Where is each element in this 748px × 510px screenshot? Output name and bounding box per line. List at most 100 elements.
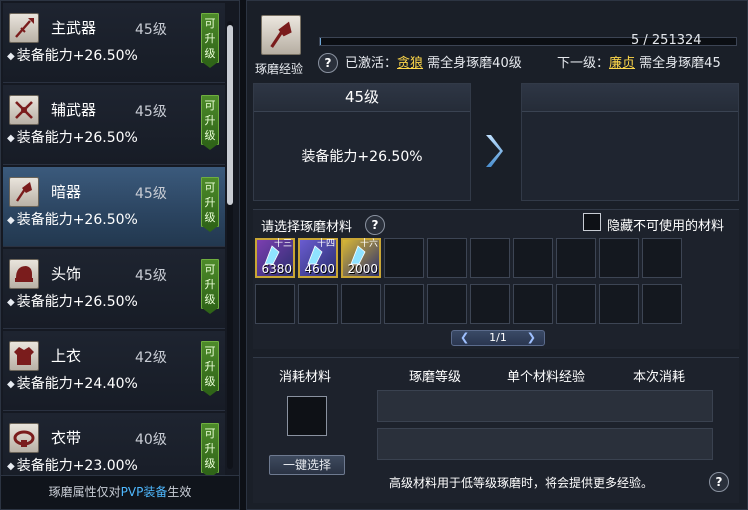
spear-icon <box>9 13 39 43</box>
hide-unusable-checkbox[interactable] <box>583 213 601 231</box>
prev-page-icon[interactable]: ❮ <box>460 331 469 345</box>
col-this-cost: 本次消耗 <box>633 370 686 385</box>
empty-material-slot[interactable] <box>513 284 553 324</box>
material-quantity: 2000 <box>347 262 378 276</box>
empty-material-slot[interactable] <box>556 284 596 324</box>
pvp-notice: 琢磨属性仅对PVP装备生效 <box>1 475 239 509</box>
col-unit-exp: 单个材料经验 <box>507 370 586 385</box>
equip-name: 头饰 <box>51 265 82 283</box>
equip-item-main-weapon[interactable]: 主武器 45级 装备能力+26.50% 可升级 <box>3 3 225 83</box>
polish-exp-fill <box>320 38 322 45</box>
next-stat <box>522 112 738 146</box>
equip-stat: 装备能力+24.40% <box>7 373 138 393</box>
equip-level: 45级 <box>135 22 167 38</box>
consume-row <box>377 390 713 422</box>
equip-item-headwear[interactable]: 头饰 45级 装备能力+26.50% 可升级 <box>3 249 225 329</box>
activated-set-name[interactable]: 贪狼 <box>397 56 423 71</box>
upgradeable-badge: 可升级 <box>201 259 219 314</box>
equipment-panel: 主武器 45级 装备能力+26.50% 可升级 辅武器 45级 装备能力+26.… <box>0 0 240 510</box>
polish-exp-label: 琢磨经验 <box>255 62 304 76</box>
hidden-weapon-icon <box>9 177 39 207</box>
empty-material-slot[interactable] <box>642 284 682 324</box>
consume-row <box>377 428 713 460</box>
equip-name: 暗器 <box>51 183 82 201</box>
equip-name: 主武器 <box>51 19 97 37</box>
hidden-weapon-icon <box>261 15 301 55</box>
activated-set: 已激活：贪狼 需全身琢磨40级 <box>345 52 522 71</box>
col-polish-level: 琢磨等级 <box>409 370 462 385</box>
equip-stat: 装备能力+26.50% <box>7 291 138 311</box>
help-icon[interactable]: ? <box>318 53 338 73</box>
empty-material-slot[interactable] <box>513 238 553 278</box>
empty-material-slot[interactable] <box>384 238 424 278</box>
equipment-list: 主武器 45级 装备能力+26.50% 可升级 辅武器 45级 装备能力+26.… <box>3 3 225 475</box>
consume-material-slot[interactable] <box>287 396 327 436</box>
material-slot[interactable]: 十三 6380 <box>255 238 295 278</box>
equip-stat: 装备能力+26.50% <box>7 45 138 65</box>
next-set-desc: 需全身琢磨45 <box>639 56 721 71</box>
polish-panel: 琢磨经验 5 / 251324 ? 已激活：贪狼 需全身琢磨40级 下一级：廉贞… <box>246 0 748 510</box>
material-title: 请选择琢磨材料 <box>261 220 353 235</box>
empty-material-slot[interactable] <box>599 284 639 324</box>
empty-material-slot[interactable] <box>470 284 510 324</box>
equip-stat: 装备能力+26.50% <box>7 209 138 229</box>
empty-material-slot[interactable] <box>556 238 596 278</box>
col-consume-material: 消耗材料 <box>279 370 332 385</box>
next-set-name[interactable]: 廉贞 <box>609 56 635 71</box>
upgradeable-badge: 可升级 <box>201 177 219 232</box>
belt-icon <box>9 423 39 453</box>
equip-level: 40级 <box>135 432 167 448</box>
pvp-notice-suffix: 生效 <box>167 485 192 499</box>
empty-material-slot[interactable] <box>341 284 381 324</box>
material-quantity: 6380 <box>261 262 292 276</box>
armor-icon <box>9 341 39 371</box>
one-click-select-button[interactable]: 一键选择 <box>269 455 345 475</box>
empty-material-slot[interactable] <box>427 238 467 278</box>
crossed-blades-icon <box>9 95 39 125</box>
material-slot[interactable]: 十四 4600 <box>298 238 338 278</box>
empty-material-slot[interactable] <box>470 238 510 278</box>
activated-prefix: 已激活： <box>345 56 398 71</box>
equip-stat: 装备能力+23.00% <box>7 455 138 475</box>
material-section: 请选择琢磨材料 ? 隐藏不可使用的材料 十三 6380 十四 4600 十六 2000 ❮… <box>253 209 739 349</box>
equip-name: 辅武器 <box>51 101 97 119</box>
pvp-notice-prefix: 琢磨属性仅对 <box>48 485 121 499</box>
helmet-icon <box>9 259 39 289</box>
material-tier: 十六 <box>359 239 378 249</box>
empty-material-slot[interactable] <box>384 284 424 324</box>
equip-level: 42级 <box>135 350 167 366</box>
chevron-right-icon <box>486 135 503 167</box>
next-level-box <box>521 83 739 201</box>
next-level <box>522 84 738 112</box>
empty-material-slot[interactable] <box>427 284 467 324</box>
page-indicator: 1/1 <box>489 331 507 344</box>
upgradeable-badge: 可升级 <box>201 423 219 475</box>
consume-section: 消耗材料 琢磨等级 单个材料经验 本次消耗 一键选择 高级材料用于低等级琢磨时，… <box>253 357 739 503</box>
equip-name: 上衣 <box>51 347 82 365</box>
material-slot[interactable]: 十六 2000 <box>341 238 381 278</box>
equip-stat: 装备能力+26.50% <box>7 127 138 147</box>
scroll-thumb[interactable] <box>227 25 233 205</box>
empty-material-slot[interactable] <box>255 284 295 324</box>
equip-level: 45级 <box>135 104 167 120</box>
material-tip: 高级材料用于低等级琢磨时，将会提供更多经验。 <box>389 476 654 490</box>
equip-item-belt[interactable]: 衣带 40级 装备能力+23.00% 可升级 <box>3 413 225 475</box>
empty-material-slot[interactable] <box>642 238 682 278</box>
material-tier: 十四 <box>316 239 335 249</box>
help-icon[interactable]: ? <box>365 215 385 235</box>
activated-set-desc: 需全身琢磨40级 <box>427 56 522 71</box>
material-tier: 十三 <box>273 239 292 249</box>
next-set: 下一级：廉贞 需全身琢磨45 <box>557 52 721 71</box>
material-quantity: 4600 <box>304 262 335 276</box>
help-icon[interactable]: ? <box>709 472 729 492</box>
hide-unusable-label[interactable]: 隐藏不可使用的材料 <box>607 215 724 234</box>
pvp-notice-highlight: PVP装备 <box>120 485 168 499</box>
equip-item-hidden-weapon[interactable]: 暗器 45级 装备能力+26.50% 可升级 <box>3 167 225 247</box>
next-page-icon[interactable]: ❯ <box>527 331 536 345</box>
equip-item-top[interactable]: 上衣 42级 装备能力+24.40% 可升级 <box>3 331 225 411</box>
empty-material-slot[interactable] <box>599 238 639 278</box>
empty-material-slot[interactable] <box>298 284 338 324</box>
pager: ❮ 1/1 ❯ <box>451 330 545 346</box>
equip-item-off-weapon[interactable]: 辅武器 45级 装备能力+26.50% 可升级 <box>3 85 225 165</box>
equip-level: 45级 <box>135 268 167 284</box>
